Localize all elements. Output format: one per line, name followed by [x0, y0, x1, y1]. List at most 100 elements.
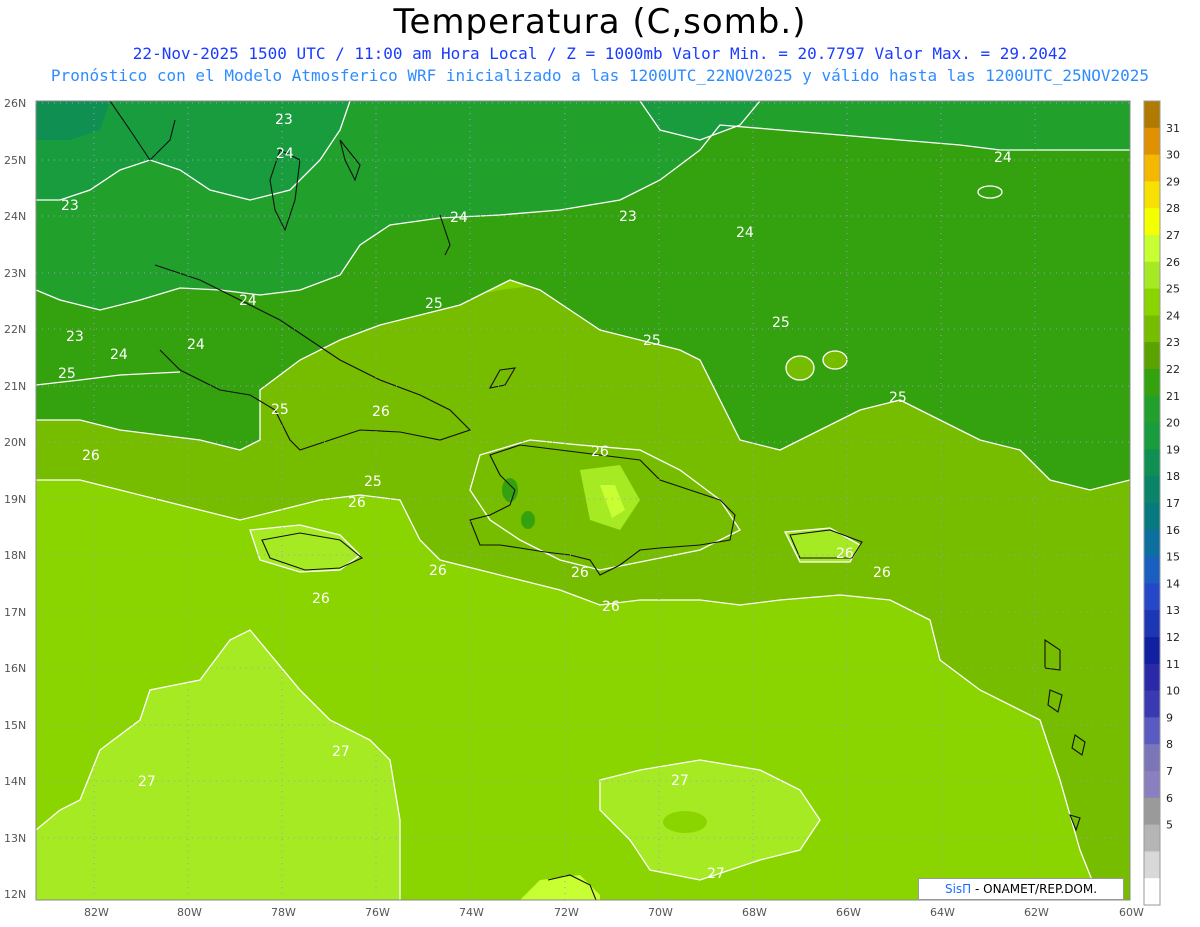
colorbar-swatch [1144, 315, 1160, 343]
colorbar-swatch [1144, 556, 1160, 584]
contour-label: 23 [61, 198, 79, 214]
contour-label: 27 [332, 744, 350, 760]
colorbar-swatch [1144, 717, 1160, 745]
contour-label: 25 [425, 296, 443, 312]
colorbar-swatch [1144, 235, 1160, 263]
colorbar-label: 24 [1166, 309, 1180, 322]
contour-label: 24 [239, 293, 257, 309]
colorbar-label: 9 [1166, 711, 1173, 724]
lon-label: 82W [84, 906, 109, 919]
colorbar-swatch [1144, 690, 1160, 718]
contour-label: 27 [707, 866, 725, 882]
credit-box: SisΠ - ONAMET/REP.DOM. [918, 878, 1124, 900]
temperature-field [36, 101, 1130, 900]
contour-label: 24 [110, 347, 128, 363]
lat-label: 18N [4, 549, 26, 562]
lon-label: 70W [648, 906, 673, 919]
contour-label: 25 [58, 366, 76, 382]
lon-label: 62W [1024, 906, 1049, 919]
colorbar-swatch [1144, 797, 1160, 826]
colorbar-swatch [1144, 449, 1160, 477]
colorbar-swatch [1144, 503, 1160, 531]
colorbar: 31 30 29 28 27 26 25 24 23 22 21 20 19 18 17 16 15 14 13 12… [1143, 100, 1180, 906]
colorbar-label: 20 [1166, 417, 1180, 430]
lat-label: 19N [4, 493, 26, 506]
lat-label: 14N [4, 775, 26, 788]
colorbar-swatch [1144, 369, 1160, 397]
contour-label: 24 [450, 210, 468, 226]
contour-label: 27 [138, 774, 156, 790]
colorbar-label: 22 [1166, 363, 1180, 376]
colorbar-label: 10 [1166, 685, 1180, 698]
colorbar-label: 18 [1166, 470, 1180, 483]
lat-label: 24N [4, 210, 26, 223]
colorbar-swatch [1144, 101, 1160, 129]
colorbar-swatch [1144, 771, 1160, 799]
lon-label: 68W [742, 906, 767, 919]
colorbar-label: 8 [1166, 738, 1173, 751]
colorbar-label: 14 [1166, 577, 1180, 590]
longitude-axis: 82W 80W 78W 76W 74W 72W 70W 68W 66W 64W … [84, 906, 1144, 919]
colorbar-label: 25 [1166, 283, 1180, 296]
field-cool-spot [521, 511, 535, 529]
colorbar-label: 11 [1166, 658, 1180, 671]
credit-text: - ONAMET/REP.DOM. [971, 882, 1098, 896]
colorbar-swatch [1144, 663, 1160, 692]
colorbar-swatch [1144, 422, 1160, 450]
lat-label: 26N [4, 97, 26, 110]
lat-label: 21N [4, 380, 26, 393]
field-cool-spot [663, 811, 707, 833]
colorbar-label: 21 [1166, 390, 1180, 403]
colorbar-swatch [1144, 181, 1160, 209]
contour-label: 26 [429, 563, 447, 579]
contour-label: 23 [66, 329, 84, 345]
contour-label: 26 [348, 495, 366, 511]
colorbar-label: 23 [1166, 336, 1180, 349]
lat-label: 25N [4, 154, 26, 167]
colorbar-label: 19 [1166, 443, 1180, 456]
contour-label: 25 [271, 402, 289, 418]
field-cool-spot [502, 478, 518, 502]
contour-label: 24 [994, 150, 1012, 166]
colorbar-label: 17 [1166, 497, 1180, 510]
contour-label: 26 [873, 565, 891, 581]
colorbar-swatch [1144, 824, 1160, 852]
colorbar-swatch [1144, 637, 1160, 665]
contour-label: 24 [187, 337, 205, 353]
lat-label: 23N [4, 267, 26, 280]
lat-label: 16N [4, 662, 26, 675]
contour-label: 26 [591, 444, 609, 460]
colorbar-swatch [1144, 610, 1160, 638]
contour-label: 27 [671, 773, 689, 789]
contour-label: 25 [364, 474, 382, 490]
colorbar-label: 29 [1166, 175, 1180, 188]
colorbar-swatch [1144, 476, 1160, 504]
latitude-axis: 26N 25N 24N 23N 22N 21N 20N 19N 18N 17N … [4, 97, 26, 901]
colorbar-swatch [1144, 208, 1160, 236]
colorbar-swatch [1144, 878, 1160, 906]
colorbar-label: 31 [1166, 122, 1180, 135]
colorbar-label: 6 [1166, 792, 1173, 805]
lon-label: 78W [271, 906, 296, 919]
lon-label: 60W [1119, 906, 1144, 919]
contour-label: 26 [372, 404, 390, 420]
lon-label: 64W [930, 906, 955, 919]
colorbar-label: 26 [1166, 256, 1180, 269]
lat-label: 20N [4, 436, 26, 449]
contour-label: 24 [736, 225, 754, 241]
colorbar-swatch [1144, 529, 1160, 558]
contour-label: 26 [82, 448, 100, 464]
lon-label: 72W [554, 906, 579, 919]
brand-logo: SisΠ [944, 882, 972, 896]
colorbar-label: 28 [1166, 202, 1180, 215]
lon-label: 66W [836, 906, 861, 919]
contour-label: 25 [772, 315, 790, 331]
contour-label: 26 [571, 565, 589, 581]
colorbar-swatch [1144, 851, 1160, 879]
colorbar-label: 13 [1166, 604, 1180, 617]
colorbar-swatch [1144, 288, 1160, 316]
colorbar-label: 15 [1166, 551, 1180, 564]
contour-label: 24 [276, 146, 294, 162]
lat-label: 13N [4, 832, 26, 845]
colorbar-swatch [1144, 154, 1160, 182]
